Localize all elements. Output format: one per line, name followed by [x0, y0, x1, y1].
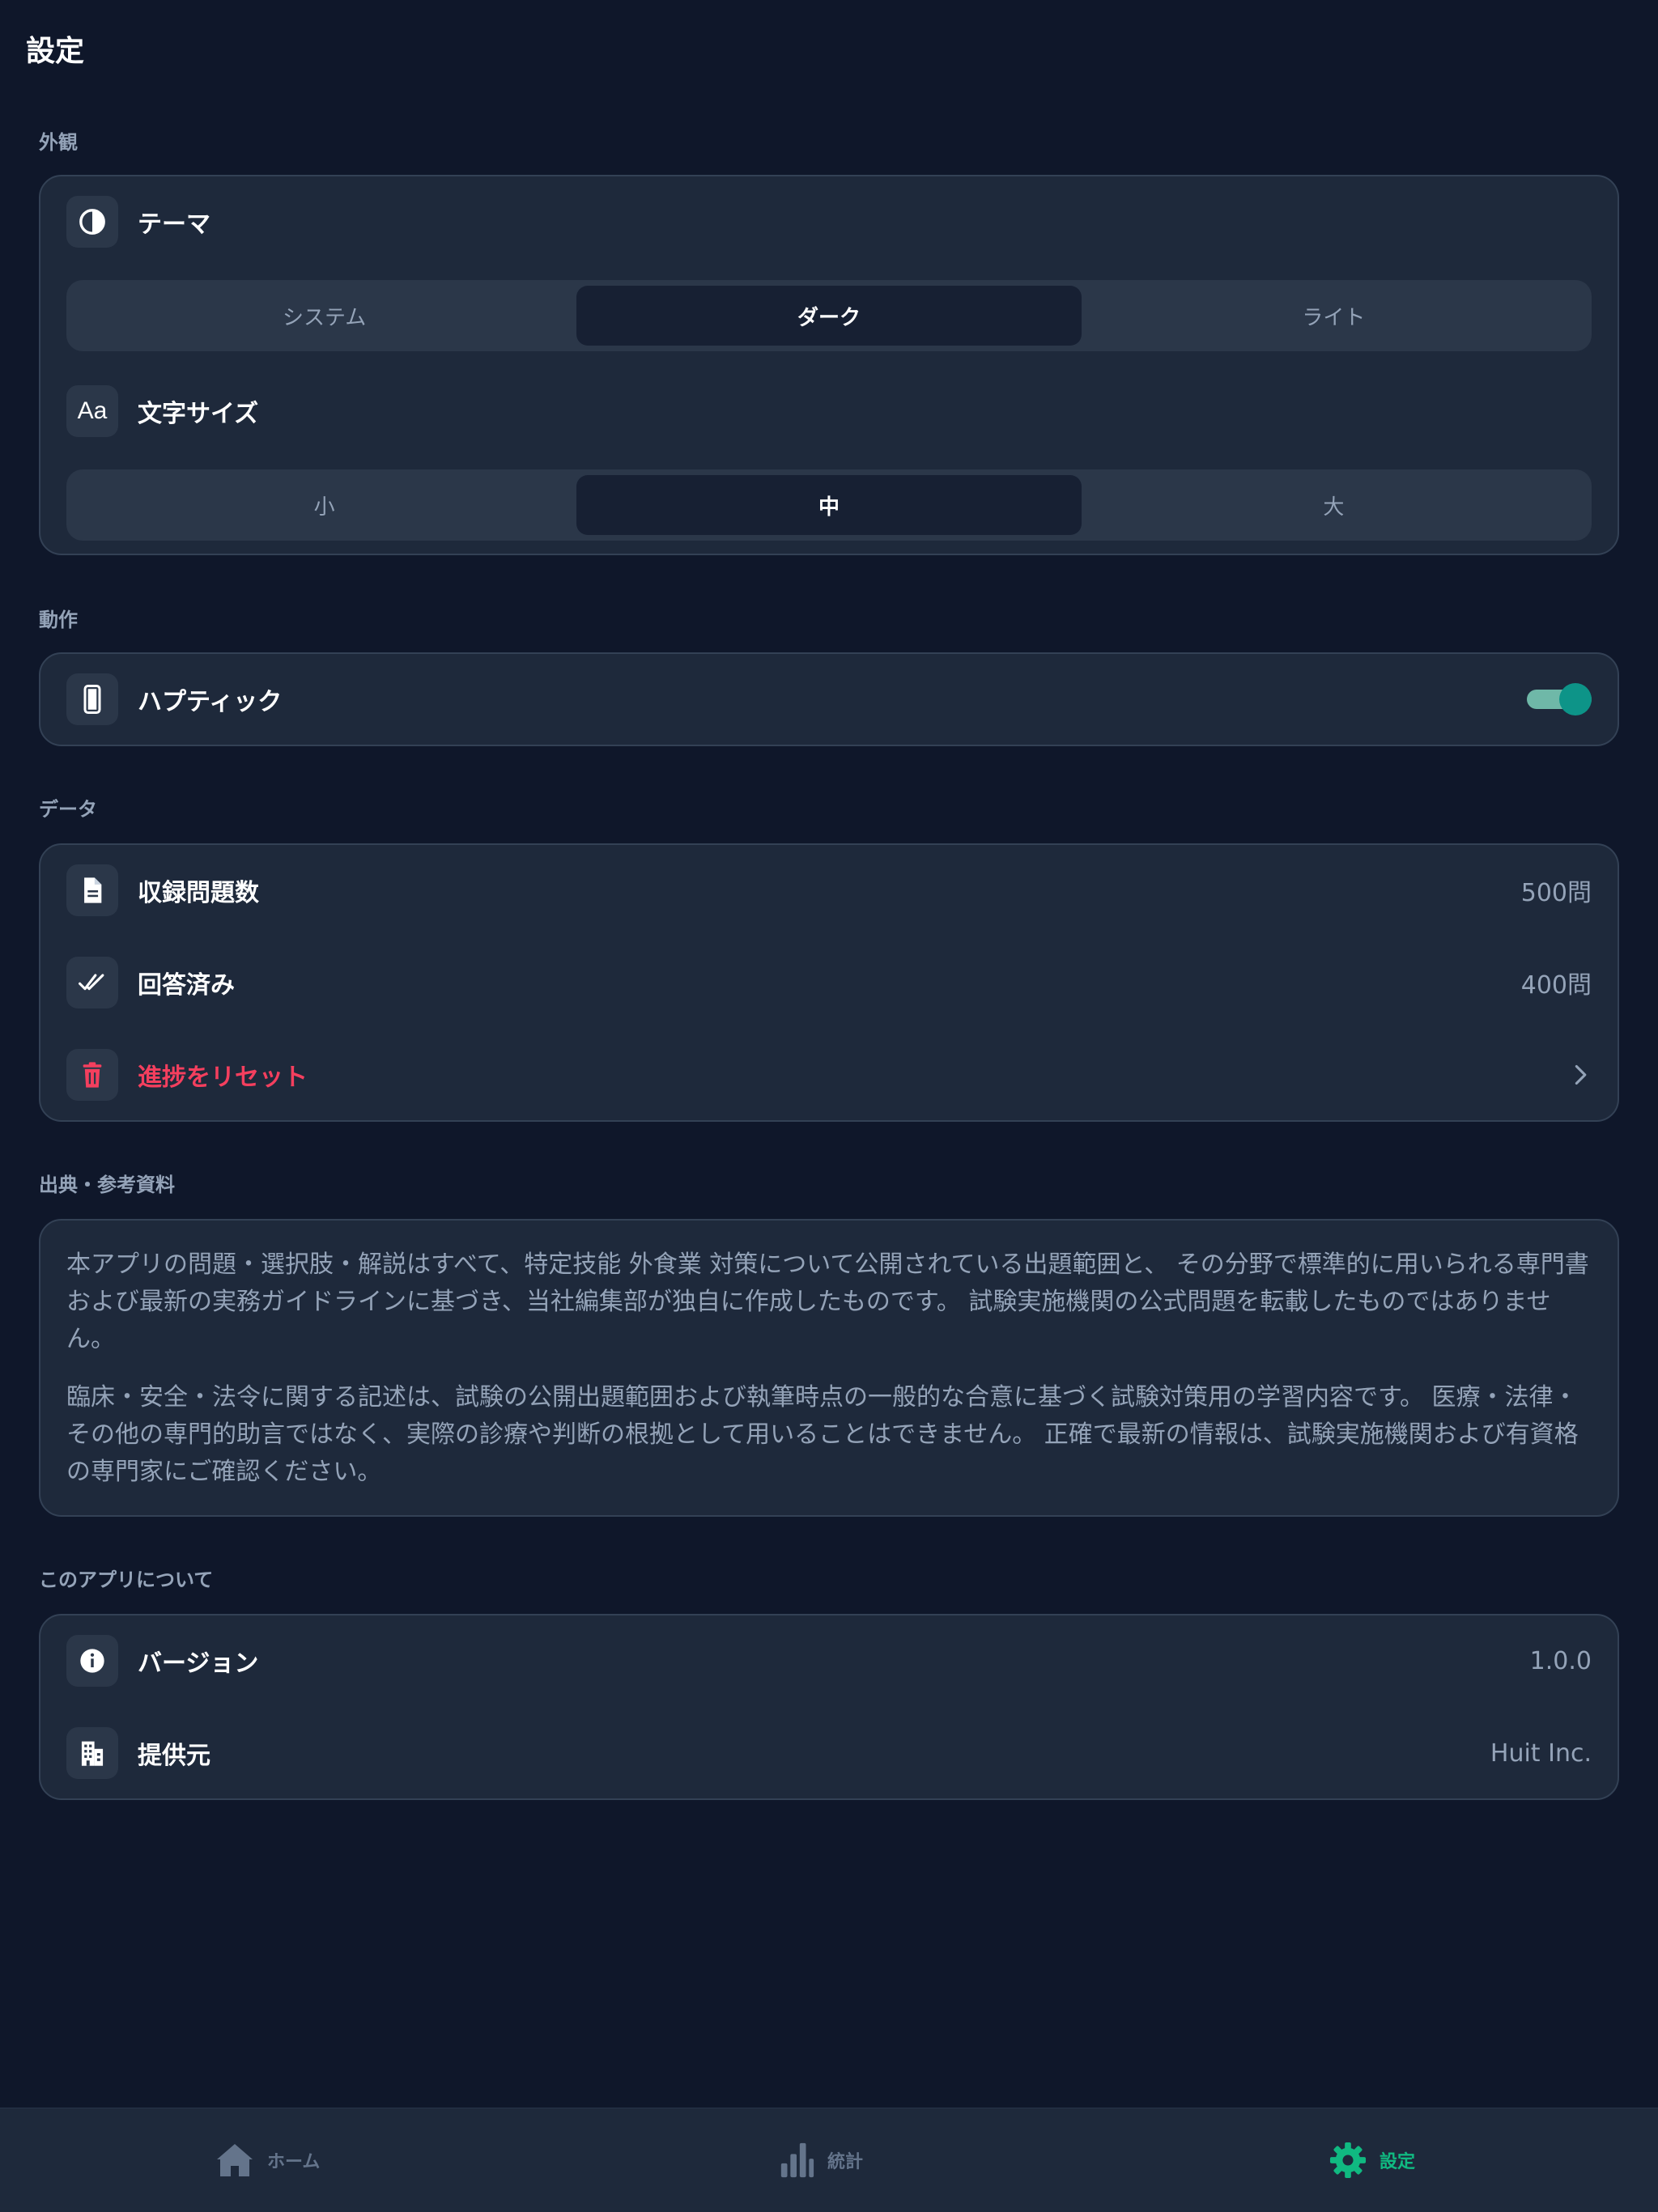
info-icon: [80, 1649, 104, 1673]
provider-value: Huit Inc.: [1490, 1739, 1592, 1768]
bottom-tab-bar: ホーム 統計 設定: [0, 2108, 1658, 2212]
theme-option-light[interactable]: ライト: [1082, 286, 1586, 346]
text-size-label: 文字サイズ: [138, 400, 259, 428]
chevron-right-icon: [1575, 1064, 1587, 1085]
tab-home[interactable]: ホーム: [215, 2108, 320, 2212]
text-size-segmented-control: 小 中 大: [66, 469, 1592, 541]
total-questions-row: 収録問題数 500問: [66, 864, 1592, 916]
tab-home-label: ホーム: [267, 2152, 321, 2172]
theme-icon-box: [66, 196, 118, 248]
answered-row: 回答済み 400問: [66, 957, 1592, 1008]
text-size-row: Aa 文字サイズ: [66, 385, 1592, 437]
half-circle-contrast-icon: [79, 209, 105, 235]
answered-value: 400問: [1520, 971, 1592, 1000]
reset-progress-row[interactable]: 進捗をリセット: [66, 1049, 1592, 1101]
appearance-card: テーマ システム ダーク ライト Aa 文字サイズ 小 中 大: [39, 175, 1619, 555]
double-check-icon-box: [66, 957, 118, 1008]
tab-stats[interactable]: 統計: [779, 2108, 863, 2212]
section-label-appearance: 外観: [39, 131, 78, 154]
data-card: 収録問題数 500問 回答済み 400問 進捗をリセット: [39, 843, 1619, 1122]
phone-icon: [83, 685, 101, 714]
references-card: 本アプリの問題・選択肢・解説はすべて、特定技能 外食業 対策について公開されてい…: [39, 1219, 1619, 1517]
building-icon-box: [66, 1727, 118, 1779]
document-icon: [84, 877, 102, 903]
tab-settings-label: 設定: [1380, 2152, 1416, 2172]
answered-label: 回答済み: [138, 971, 235, 1000]
behavior-card: ハプティック: [39, 652, 1619, 746]
reset-progress-label: 進捗をリセット: [138, 1064, 308, 1092]
tab-settings[interactable]: 設定: [1329, 2108, 1415, 2212]
bar-chart-icon: [780, 2142, 814, 2178]
section-label-about: このアプリについて: [39, 1569, 214, 1591]
provider-row: 提供元 Huit Inc.: [66, 1727, 1592, 1779]
version-row: バージョン 1.0.0: [66, 1635, 1592, 1687]
trash-icon: [83, 1062, 102, 1088]
section-label-data: データ: [39, 798, 97, 821]
section-label-behavior: 動作: [39, 609, 78, 631]
about-card: バージョン 1.0.0 提供元 Huit Inc.: [39, 1614, 1619, 1800]
haptic-icon-box: [66, 673, 118, 725]
theme-option-system[interactable]: システム: [72, 286, 576, 346]
text-size-icon: Aa: [77, 397, 108, 424]
total-questions-value: 500問: [1520, 879, 1592, 907]
theme-option-dark[interactable]: ダーク: [576, 286, 1082, 346]
page-title: 設定: [26, 35, 85, 68]
provider-label: 提供元: [138, 1742, 210, 1770]
haptic-toggle[interactable]: [1527, 683, 1592, 715]
trash-icon-box: [66, 1049, 118, 1101]
references-paragraph-1: 本アプリの問題・選択肢・解説はすべて、特定技能 外食業 対策について公開されてい…: [66, 1250, 1589, 1353]
double-check-icon: [79, 974, 104, 991]
text-size-option-medium[interactable]: 中: [576, 475, 1082, 535]
info-icon-box: [66, 1635, 118, 1687]
theme-segmented-control: システム ダーク ライト: [66, 280, 1592, 351]
total-questions-label: 収録問題数: [138, 879, 259, 907]
document-icon-box: [66, 864, 118, 916]
theme-row: テーマ: [66, 196, 1592, 248]
home-icon: [217, 2144, 253, 2176]
version-label: バージョン: [138, 1649, 259, 1678]
theme-label: テーマ: [138, 210, 210, 239]
references-paragraph-2: 臨床・安全・法令に関する記述は、試験の公開出題範囲および執筆時点の一般的な合意に…: [66, 1383, 1579, 1486]
text-size-icon-box: Aa: [66, 385, 118, 437]
tab-stats-label: 統計: [827, 2152, 864, 2172]
building-icon: [81, 1741, 104, 1766]
haptic-row: ハプティック: [66, 673, 1592, 725]
gear-icon: [1329, 2142, 1367, 2179]
haptic-label: ハプティック: [138, 688, 283, 716]
version-value: 1.0.0: [1529, 1646, 1592, 1675]
haptic-toggle-knob: [1559, 683, 1592, 715]
text-size-option-large[interactable]: 大: [1082, 475, 1586, 535]
section-label-references: 出典・参考資料: [39, 1174, 175, 1196]
text-size-option-small[interactable]: 小: [72, 475, 576, 535]
